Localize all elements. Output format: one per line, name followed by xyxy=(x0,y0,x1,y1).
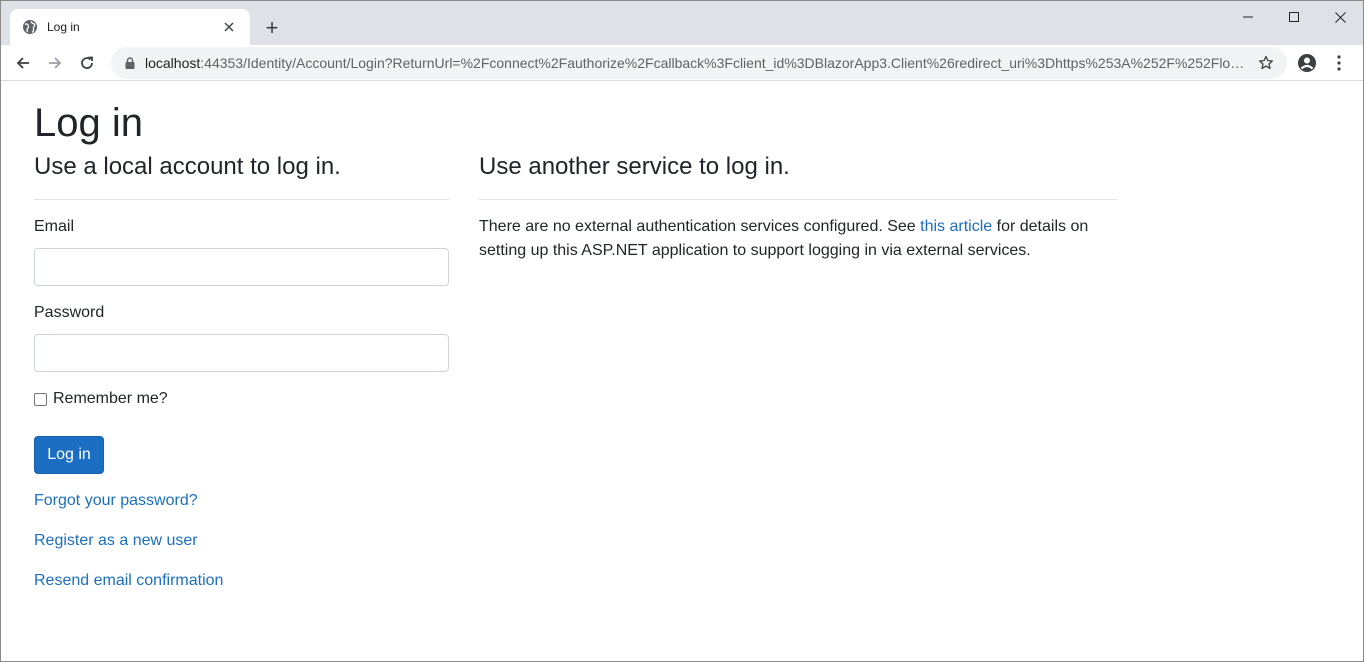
minimize-icon[interactable] xyxy=(1225,1,1271,33)
url-host: localhost xyxy=(145,55,201,71)
login-button[interactable]: Log in xyxy=(34,436,104,474)
email-label: Email xyxy=(34,218,75,235)
toolbar-right xyxy=(1291,47,1355,79)
email-input[interactable] xyxy=(34,248,449,286)
remember-me-checkbox[interactable] xyxy=(34,392,47,406)
tab-strip: Log in + xyxy=(1,1,1363,45)
close-window-icon[interactable] xyxy=(1317,1,1363,33)
browser-tab[interactable]: Log in xyxy=(10,9,250,45)
password-input[interactable] xyxy=(34,334,449,372)
window-controls xyxy=(1225,1,1363,33)
external-login-section: Use another service to log in. There are… xyxy=(479,153,1117,259)
external-text-before: There are no external authentication ser… xyxy=(479,218,921,235)
bookmark-star-icon[interactable] xyxy=(1255,52,1277,74)
globe-icon xyxy=(22,19,38,35)
new-tab-button[interactable]: + xyxy=(259,15,285,41)
resend-confirmation-link[interactable]: Resend email confirmation xyxy=(34,572,223,589)
url-path: :44353/Identity/Account/Login?ReturnUrl=… xyxy=(200,55,1247,71)
address-bar[interactable]: localhost:44353/Identity/Account/Login?R… xyxy=(111,47,1287,79)
external-login-heading: Use another service to log in. xyxy=(479,153,790,180)
remember-me-row: Remember me? xyxy=(34,390,168,408)
page-title: Log in xyxy=(34,101,143,145)
lock-icon[interactable] xyxy=(123,56,137,70)
remember-me-label[interactable]: Remember me? xyxy=(53,390,168,408)
local-login-heading: Use a local account to log in. xyxy=(34,153,341,180)
divider xyxy=(479,198,1117,200)
password-label: Password xyxy=(34,304,105,321)
back-icon[interactable] xyxy=(7,47,39,79)
maximize-icon[interactable] xyxy=(1271,1,1317,33)
forward-icon[interactable] xyxy=(39,47,71,79)
divider xyxy=(34,198,449,200)
external-info-text: There are no external authentication ser… xyxy=(479,215,1117,263)
browser-toolbar: localhost:44353/Identity/Account/Login?R… xyxy=(1,45,1363,81)
menu-kebab-icon[interactable] xyxy=(1323,47,1355,79)
register-link[interactable]: Register as a new user xyxy=(34,532,198,549)
this-article-link[interactable]: this article xyxy=(920,218,992,235)
reload-icon[interactable] xyxy=(71,47,103,79)
close-tab-icon[interactable] xyxy=(220,18,238,36)
url-text: localhost:44353/Identity/Account/Login?R… xyxy=(145,55,1247,71)
tab-title: Log in xyxy=(47,20,80,34)
local-login-section: Use a local account to log in. Email Pas… xyxy=(34,153,449,589)
profile-icon[interactable] xyxy=(1291,47,1323,79)
forgot-password-link[interactable]: Forgot your password? xyxy=(34,492,198,509)
